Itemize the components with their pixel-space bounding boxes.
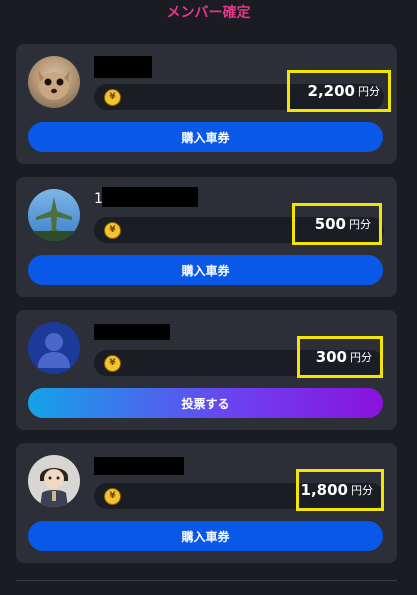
avatar	[28, 455, 80, 507]
price-highlight: 500 円分	[292, 203, 382, 245]
avatar	[28, 189, 80, 241]
price-value: 300	[315, 348, 347, 366]
dog-icon	[38, 70, 70, 100]
price-highlight: 300 円分	[297, 336, 383, 378]
airplane-icon	[28, 197, 80, 241]
page-title: メンバー確定	[166, 5, 251, 21]
name-redacted	[94, 324, 170, 340]
coin-icon: ¥	[104, 488, 121, 505]
price-unit: 円分	[351, 484, 373, 497]
member-card: 1 ¥ 500 円分 購入車券	[16, 177, 397, 297]
price-unit: 円分	[349, 218, 371, 231]
price-highlight: 2,200 円分	[287, 70, 391, 112]
name-redacted	[102, 187, 198, 207]
user-icon	[38, 333, 70, 368]
person-illustration-icon	[40, 468, 68, 507]
price-unit: 円分	[350, 351, 372, 364]
buy-ticket-button[interactable]: 購入車券	[28, 521, 383, 551]
avatar	[28, 322, 80, 374]
member-card: ¥ 300 円分 投票する	[16, 310, 397, 430]
coin-icon: ¥	[104, 222, 121, 239]
buy-ticket-button[interactable]: 購入車券	[28, 122, 383, 152]
coin-icon: ¥	[104, 89, 121, 106]
price-highlight: 1,800 円分	[296, 469, 384, 511]
vote-button[interactable]: 投票する	[28, 388, 383, 418]
avatar	[28, 56, 80, 108]
name-redacted	[94, 56, 152, 78]
price-value: 1,800	[300, 481, 348, 499]
member-card: ¥ 2,200 円分 購入車券	[16, 44, 397, 164]
price-unit: 円分	[358, 85, 380, 98]
price-value: 500	[314, 215, 346, 233]
price-value: 2,200	[307, 82, 355, 100]
name-redacted	[94, 457, 184, 475]
member-card: ¥ 1,800 円分 購入車券	[16, 443, 397, 563]
bottom-divider	[16, 580, 397, 581]
coin-icon: ¥	[104, 355, 121, 372]
buy-ticket-button[interactable]: 購入車券	[28, 255, 383, 285]
